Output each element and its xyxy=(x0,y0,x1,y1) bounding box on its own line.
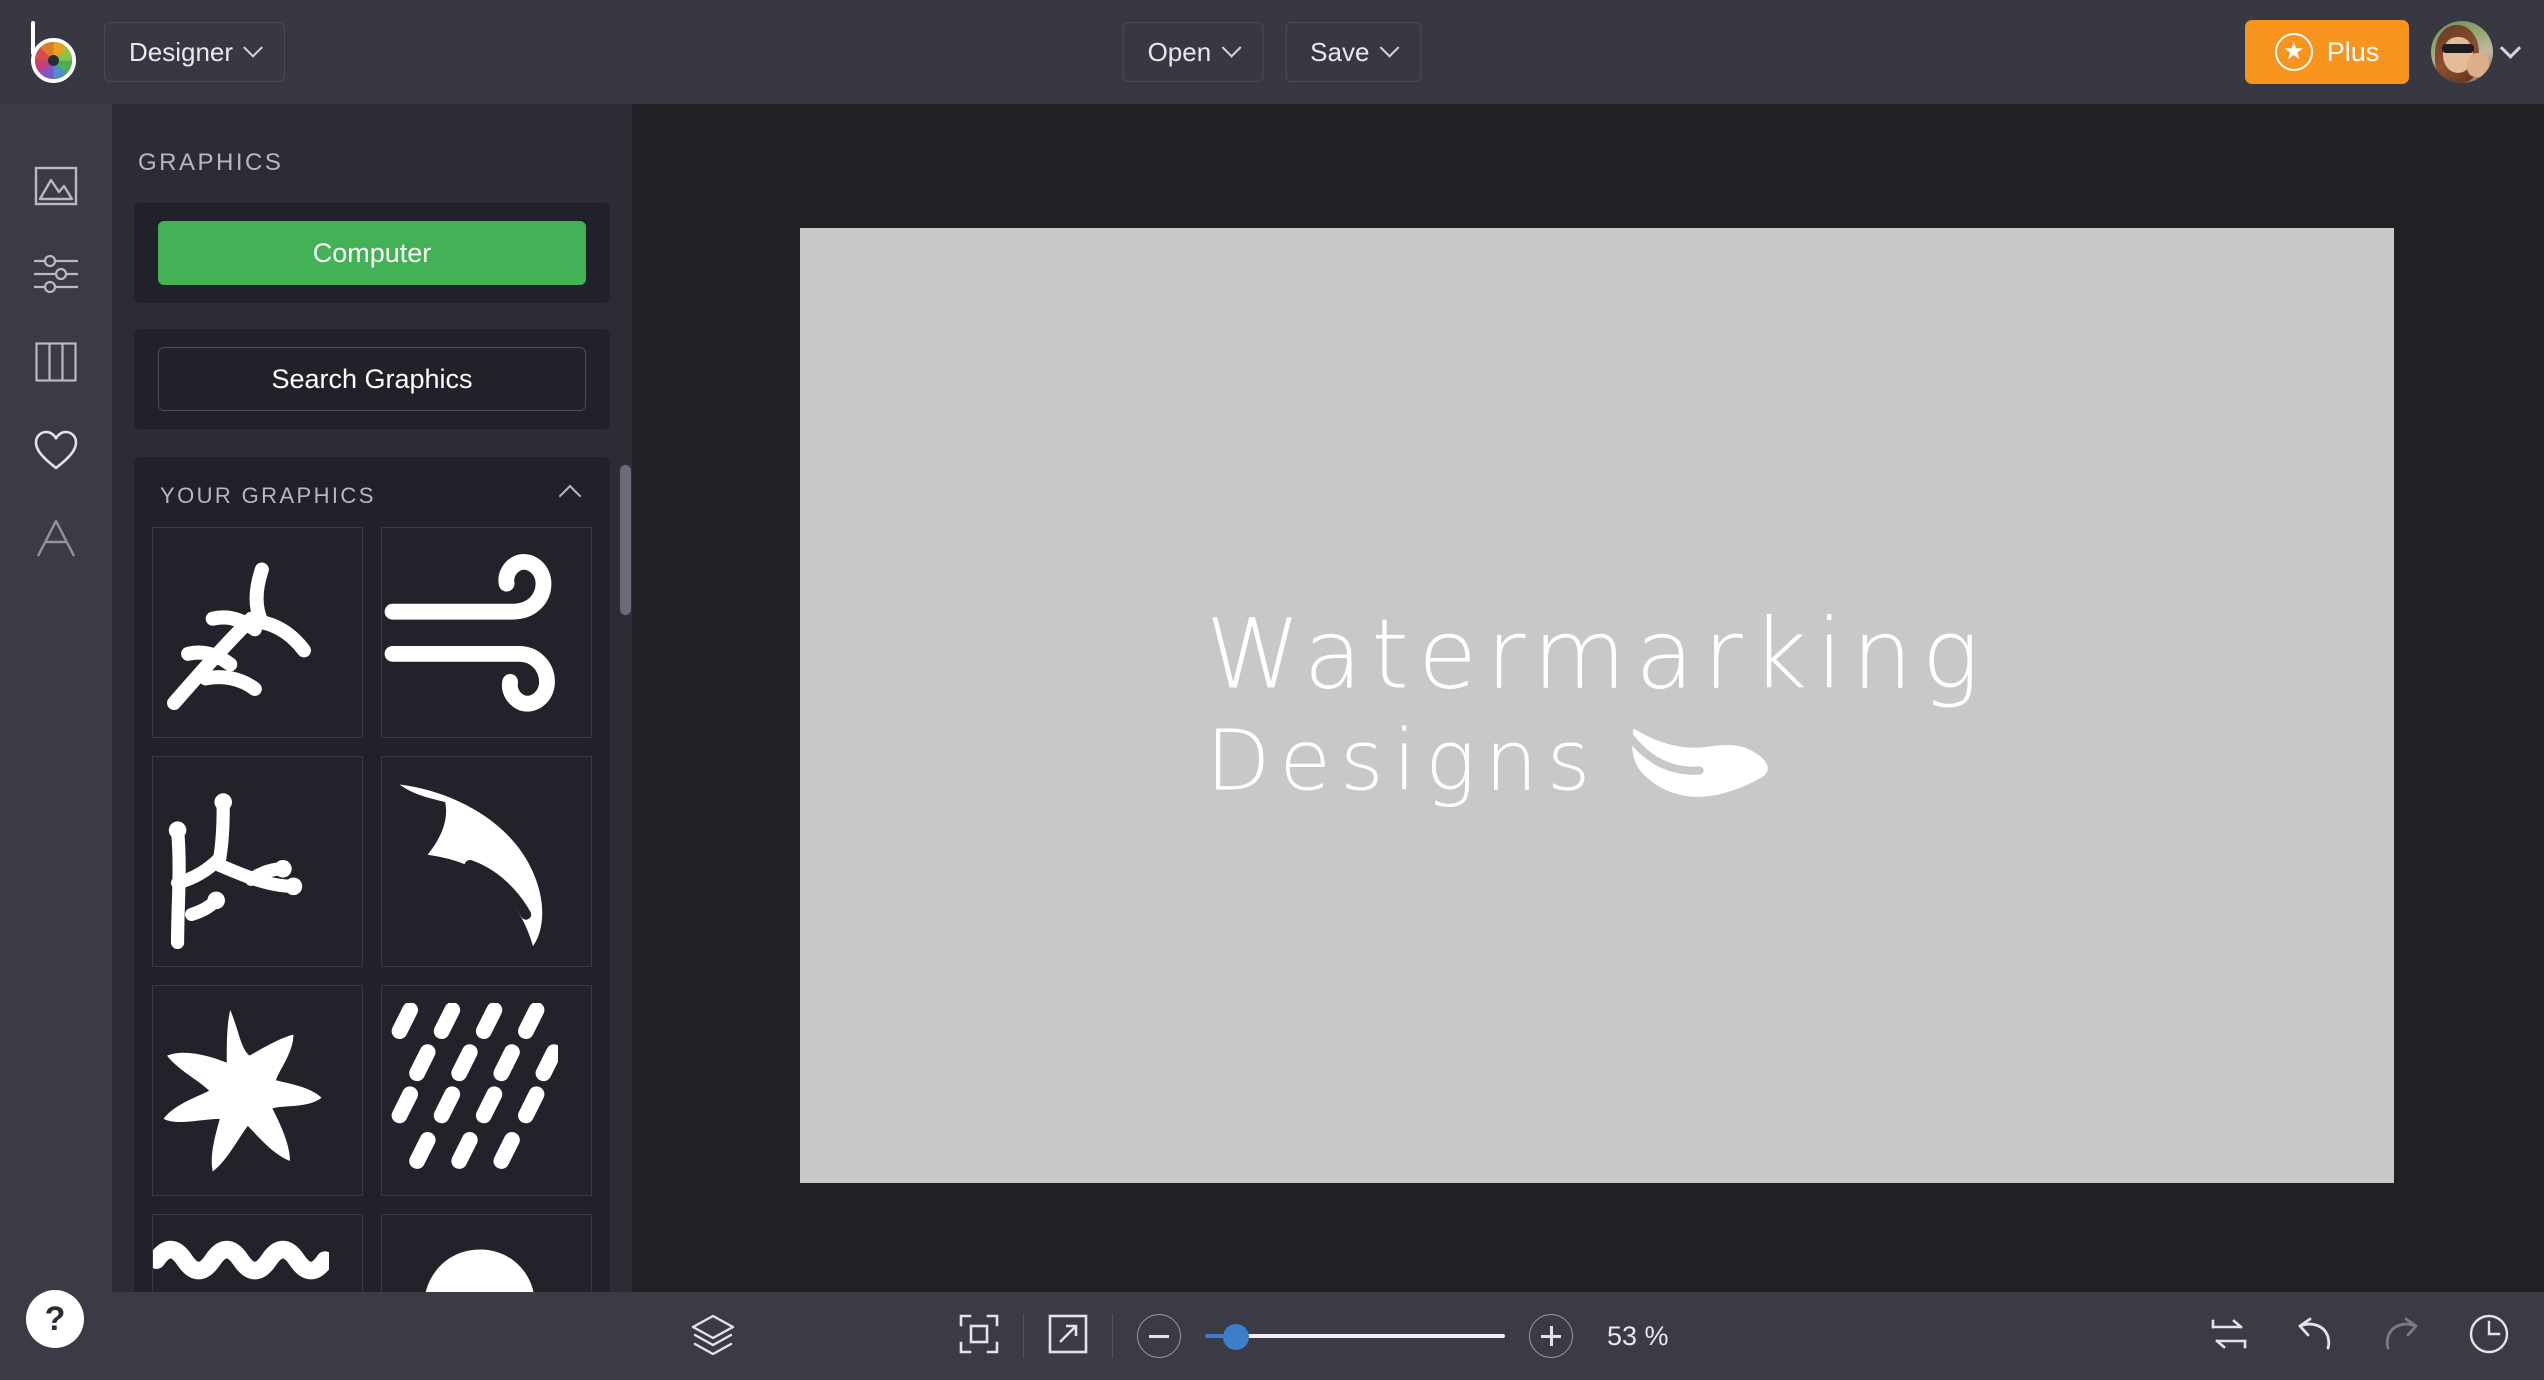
watermark-line-1: Watermarking xyxy=(1205,598,1989,710)
undo-button[interactable] xyxy=(2296,1317,2334,1356)
save-button-label: Save xyxy=(1310,36,1370,67)
avatar-sunglasses xyxy=(2442,44,2474,53)
fit-to-screen-icon xyxy=(959,1314,999,1359)
graphic-coral-twig[interactable] xyxy=(152,756,363,967)
redo-icon xyxy=(2382,1317,2420,1356)
image-icon xyxy=(34,166,78,206)
your-graphics-label: YOUR GRAPHICS xyxy=(160,483,376,508)
graphics-grid xyxy=(134,527,610,1380)
graphics-panel: GRAPHICS Computer Search Graphics YOUR G… xyxy=(112,104,632,1380)
coral-twig-icon xyxy=(153,774,362,950)
graphic-leaf[interactable] xyxy=(381,756,592,967)
sliders-icon xyxy=(33,255,79,293)
your-graphics-section: YOUR GRAPHICS xyxy=(134,457,610,1380)
open-button[interactable]: Open xyxy=(1122,22,1264,82)
computer-button[interactable]: Computer xyxy=(158,221,586,285)
history-clock-icon xyxy=(2468,1313,2510,1360)
avatar-hand xyxy=(2467,53,2489,77)
compare-button[interactable] xyxy=(2210,1317,2248,1356)
graphic-branch-fern[interactable] xyxy=(152,527,363,738)
leaf-icon xyxy=(382,774,591,950)
fullscreen-icon xyxy=(1048,1314,1088,1359)
canvas-image[interactable]: Watermarking Designs xyxy=(800,228,2394,1183)
star-icon: ★ xyxy=(2274,33,2313,71)
columns-icon xyxy=(35,342,77,382)
panel-scrollbar-thumb[interactable] xyxy=(620,465,631,615)
account-group: ★ Plus xyxy=(2245,20,2522,84)
history-tools-group xyxy=(2210,1313,2510,1360)
sidebar-item-edit[interactable] xyxy=(0,230,112,318)
toolbar-divider xyxy=(1023,1314,1024,1358)
chevron-down-icon xyxy=(1379,37,1400,58)
plus-button-label: Plus xyxy=(2326,36,2380,67)
zoom-out-button[interactable] xyxy=(1137,1314,1181,1358)
sidebar-item-text[interactable] xyxy=(0,494,112,582)
logo-hub xyxy=(48,55,59,66)
graphic-rain[interactable] xyxy=(381,985,592,1196)
app-logo[interactable] xyxy=(0,0,104,104)
chevron-up-icon[interactable] xyxy=(558,484,582,508)
help-button[interactable]: ? xyxy=(26,1290,84,1348)
plus-upgrade-button[interactable]: ★ Plus xyxy=(2245,20,2409,84)
top-bar: Designer Open Save ★ Plus xyxy=(0,0,2544,104)
rain-icon xyxy=(382,1002,591,1179)
splat-star-icon xyxy=(153,1003,362,1179)
chevron-down-icon xyxy=(1221,37,1242,58)
zoom-tools-group: 53 % xyxy=(959,1314,1697,1359)
minus-icon xyxy=(1149,1334,1169,1338)
wind-icon xyxy=(382,545,591,721)
undo-icon xyxy=(2296,1317,2334,1356)
file-actions-group: Open Save xyxy=(1122,22,1422,82)
open-button-label: Open xyxy=(1147,36,1212,67)
layers-button[interactable] xyxy=(690,1313,736,1360)
layers-icon xyxy=(690,1313,736,1360)
heart-icon xyxy=(33,429,79,471)
zoom-slider-handle[interactable] xyxy=(1223,1324,1249,1350)
chevron-down-icon xyxy=(2499,37,2522,59)
fullscreen-button[interactable] xyxy=(1048,1314,1088,1359)
sidebar-item-image[interactable] xyxy=(0,142,112,230)
branch-fern-icon xyxy=(153,545,362,721)
feather-leaf-icon xyxy=(1625,716,1776,805)
chevron-down-icon xyxy=(243,37,263,58)
mode-selector-label: Designer xyxy=(129,36,234,67)
graphic-splat-star[interactable] xyxy=(152,985,363,1196)
zoom-slider-track xyxy=(1231,1334,1505,1338)
search-graphics-card: Search Graphics xyxy=(134,329,610,429)
logo-color-wheel xyxy=(31,38,76,83)
watermark-line-2: Designs xyxy=(1205,711,1600,810)
search-graphics-button[interactable]: Search Graphics xyxy=(158,347,586,411)
help-button-label: ? xyxy=(44,1299,66,1338)
canvas-stage: Watermarking Designs xyxy=(632,104,2544,1292)
toolbar-divider xyxy=(1112,1314,1113,1358)
your-graphics-header[interactable]: YOUR GRAPHICS xyxy=(134,457,610,527)
plus-icon-v xyxy=(1549,1326,1553,1346)
befunky-designer-app: Designer Open Save ★ Plus ? GRAPHICS Com… xyxy=(0,0,2544,1380)
graphic-wind[interactable] xyxy=(381,527,592,738)
history-button[interactable] xyxy=(2468,1313,2510,1360)
left-tool-rail: ? xyxy=(0,104,112,1380)
zoom-in-button[interactable] xyxy=(1529,1314,1573,1358)
befunky-logo-icon xyxy=(24,21,80,83)
compare-icon xyxy=(2210,1317,2248,1356)
watermark-text-group: Watermarking Designs xyxy=(1206,606,1989,805)
redo-button[interactable] xyxy=(2382,1317,2420,1356)
bottom-bar: 53 % xyxy=(112,1292,2544,1380)
account-menu[interactable] xyxy=(2431,21,2522,83)
sidebar-item-favorites[interactable] xyxy=(0,406,112,494)
fit-to-screen-button[interactable] xyxy=(959,1314,999,1359)
zoom-level-value: 53 % xyxy=(1607,1320,1669,1351)
computer-upload-card: Computer xyxy=(134,203,610,303)
save-button[interactable]: Save xyxy=(1285,22,1422,82)
text-a-icon xyxy=(34,518,78,558)
sidebar-item-collage[interactable] xyxy=(0,318,112,406)
avatar xyxy=(2431,21,2493,83)
panel-title: GRAPHICS xyxy=(138,149,284,176)
zoom-slider[interactable] xyxy=(1205,1324,1505,1350)
watermark-line-2-row: Designs xyxy=(1206,716,1989,805)
mode-selector-button[interactable]: Designer xyxy=(104,22,286,82)
